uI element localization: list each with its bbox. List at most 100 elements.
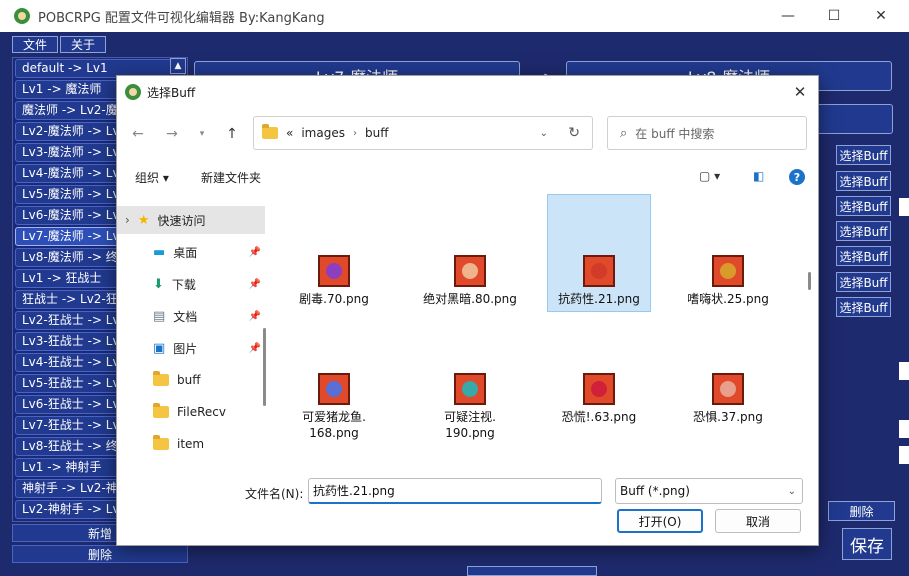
- file-name: 剧毒.70.png: [299, 292, 369, 306]
- sidebar-item-filerecv[interactable]: FileRecv: [117, 398, 265, 426]
- select-buff-dialog: 选择Buff ✕ ← → ▾ ↑ « images › buff ⌄ ↻ ⌕ 在…: [116, 75, 819, 546]
- menu-file[interactable]: 文件: [12, 36, 59, 53]
- edge-item: [899, 362, 909, 380]
- dialog-title-bar: 选择Buff: [117, 76, 818, 108]
- pictures-icon: ▣: [153, 340, 166, 356]
- file-scrollbar[interactable]: [808, 272, 811, 290]
- file-item[interactable]: 可爱猪龙鱼. 168.png: [282, 373, 386, 441]
- sidebar-item-快速访问[interactable]: › ★ 快速访问: [117, 206, 265, 234]
- file-item[interactable]: 恐慌!.63.png: [547, 373, 651, 425]
- filetype-select[interactable]: Buff (*.png) ⌄: [615, 478, 803, 504]
- select-buff-button[interactable]: 选择Buff: [836, 196, 891, 216]
- file-item[interactable]: 绝对黑暗.80.png: [418, 255, 522, 307]
- app-title: POBCRPG 配置文件可视化编辑器 By:KangKang: [38, 10, 325, 26]
- pin-icon: 📌: [248, 278, 261, 290]
- select-buff-button[interactable]: 选择Buff: [836, 171, 891, 191]
- expand-chevron-icon[interactable]: ›: [125, 213, 130, 227]
- navigation-pane: › ★ 快速访问 ▬ 桌面 📌 ⬇ 下载 📌 ▤ 文档 📌 ▣ 图片 📌 buff FileRecv item: [117, 194, 269, 466]
- file-item[interactable]: 嗜嗨状.25.png: [676, 255, 780, 307]
- delete-button[interactable]: 删除: [12, 545, 188, 563]
- dialog-title: 选择Buff: [147, 85, 196, 100]
- file-thumbnail-icon: [454, 255, 486, 287]
- dialog-toolbar: 组织 ▾ 新建文件夹 ▢ ▾ ◧: [117, 164, 818, 190]
- sidebar-item-label: 图片: [173, 341, 198, 356]
- sidebar-item-文档[interactable]: ▤ 文档 📌: [117, 302, 265, 330]
- preview-pane-icon[interactable]: ◧: [753, 169, 764, 183]
- organize-menu[interactable]: 组织 ▾: [135, 169, 169, 186]
- search-box[interactable]: ⌕ 在 buff 中搜索: [607, 116, 807, 150]
- file-item[interactable]: 可疑注视. 190.png: [418, 373, 522, 441]
- sidebar-item-桌面[interactable]: ▬ 桌面 📌: [117, 238, 265, 266]
- chevron-down-icon: ⌄: [787, 485, 796, 497]
- minimize-icon[interactable]: —: [765, 0, 811, 32]
- bottom-strip: [467, 566, 597, 576]
- edge-item: [899, 420, 909, 438]
- menu-bar: 文件 关于: [12, 36, 107, 53]
- pin-icon: 📌: [248, 246, 261, 258]
- select-buff-button[interactable]: 选择Buff: [836, 297, 891, 317]
- file-name: 嗜嗨状.25.png: [687, 292, 769, 306]
- cancel-button[interactable]: 取消: [715, 509, 801, 533]
- back-icon[interactable]: ←: [127, 124, 149, 144]
- right-panel-bar: [815, 104, 893, 134]
- desktop-icon: ▬: [153, 244, 166, 260]
- sidebar-item-buff[interactable]: buff: [117, 366, 265, 394]
- save-button[interactable]: 保存: [842, 528, 892, 560]
- sidebar-item-图片[interactable]: ▣ 图片 📌: [117, 334, 265, 362]
- file-name: 恐慌!.63.png: [561, 410, 637, 424]
- right-delete-button[interactable]: 删除: [828, 501, 895, 521]
- address-bar[interactable]: « images › buff ⌄ ↻: [253, 116, 593, 150]
- edge-item: [899, 446, 909, 464]
- edge-item: [899, 198, 909, 216]
- sidebar-item-下载[interactable]: ⬇ 下载 📌: [117, 270, 265, 298]
- refresh-icon[interactable]: ↻: [568, 125, 580, 141]
- open-button[interactable]: 打开(O): [617, 509, 703, 533]
- download-icon: ⬇: [153, 276, 164, 292]
- maximize-icon[interactable]: ☐: [811, 0, 857, 32]
- filename-input[interactable]: 抗药性.21.png: [308, 478, 602, 504]
- up-icon[interactable]: ↑: [221, 124, 243, 144]
- sidebar-item-label: 文档: [173, 309, 198, 324]
- sidebar-item-label: 桌面: [173, 245, 198, 260]
- file-thumbnail-icon: [454, 373, 486, 405]
- sidebar-item-item[interactable]: item: [117, 430, 265, 458]
- select-buff-button[interactable]: 选择Buff: [836, 272, 891, 292]
- breadcrumb-images[interactable]: images: [301, 126, 345, 140]
- file-thumbnail-icon: [318, 255, 350, 287]
- file-list: 剧毒.70.png 绝对黑暗.80.png 抗药性.21.png 嗜嗨状.25.png…: [272, 193, 807, 465]
- folder-icon: [153, 403, 169, 418]
- file-name: 可疑注视. 190.png: [444, 410, 496, 440]
- file-item[interactable]: 剧毒.70.png: [282, 255, 386, 307]
- file-thumbnail-icon: [583, 255, 615, 287]
- select-buff-button[interactable]: 选择Buff: [836, 246, 891, 266]
- file-thumbnail-icon: [712, 255, 744, 287]
- sidebar-item-label: item: [177, 437, 205, 451]
- folder-icon: [153, 435, 169, 450]
- help-icon[interactable]: ?: [789, 169, 805, 185]
- view-options-icon[interactable]: ▢ ▾: [699, 169, 720, 183]
- folder-icon: [262, 124, 278, 139]
- file-thumbnail-icon: [712, 373, 744, 405]
- address-dropdown-icon[interactable]: ⌄: [540, 128, 548, 139]
- file-item[interactable]: 抗药性.21.png: [547, 194, 651, 312]
- breadcrumb-buff[interactable]: buff: [365, 126, 389, 140]
- filename-label: 文件名(N):: [245, 487, 304, 501]
- file-item[interactable]: 恐惧.37.png: [676, 373, 780, 425]
- path-prefix[interactable]: «: [286, 126, 293, 140]
- file-name: 恐惧.37.png: [693, 410, 763, 424]
- file-thumbnail-icon: [583, 373, 615, 405]
- search-icon: ⌕: [620, 125, 628, 141]
- select-buff-button[interactable]: 选择Buff: [836, 145, 891, 165]
- close-icon[interactable]: ✕: [858, 0, 904, 32]
- scroll-up-icon[interactable]: ▲: [170, 58, 186, 74]
- pin-icon: 📌: [248, 342, 261, 354]
- recent-chevron-icon[interactable]: ▾: [191, 124, 213, 144]
- pin-icon: 📌: [248, 310, 261, 322]
- breadcrumb-separator-icon: ›: [352, 127, 357, 139]
- dialog-app-icon: [125, 84, 141, 100]
- dialog-close-icon[interactable]: ✕: [788, 80, 812, 104]
- select-buff-button[interactable]: 选择Buff: [836, 221, 891, 241]
- new-folder-button[interactable]: 新建文件夹: [201, 169, 261, 186]
- menu-about[interactable]: 关于: [60, 36, 107, 53]
- forward-icon[interactable]: →: [161, 124, 183, 144]
